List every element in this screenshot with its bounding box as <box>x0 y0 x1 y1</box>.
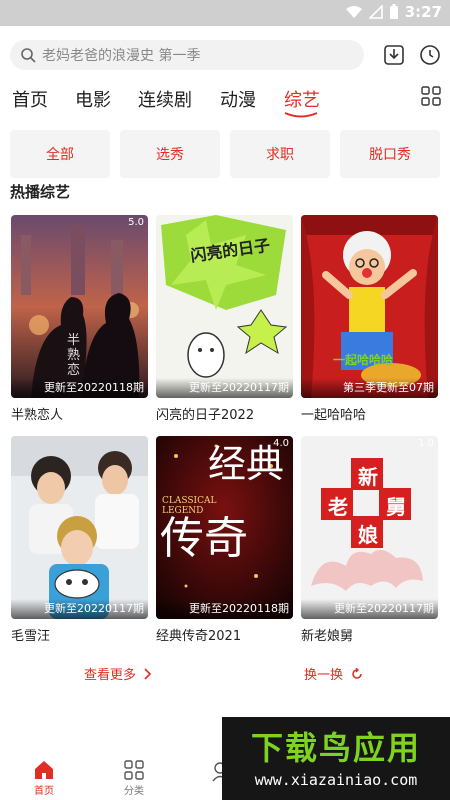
poster-art <box>11 436 148 619</box>
poster[interactable]: 4.0 经典 传奇 CLASSICAL LEGEND 更新至20220118期 <box>156 436 293 619</box>
show-title: 闪亮的日子2022 <box>156 408 255 423</box>
search-placeholder: 老妈老爸的浪漫史 第一季 <box>42 48 201 64</box>
poster-char: 新 <box>358 465 378 489</box>
update-badge: 更新至20220118期 <box>11 378 148 398</box>
poster-title-text: 一起哈哈哈 <box>333 353 394 367</box>
signal-icon <box>368 5 383 19</box>
genre-filters: 全部 选秀 求职 脱口秀 <box>0 130 450 180</box>
show-card[interactable]: 1.0 新 老 舅 娘 更新至20220117期 新老娘舅 <box>301 436 438 644</box>
category-tabs: 首页 电影 连续剧 动漫 综艺 <box>0 86 450 120</box>
poster[interactable]: 一起哈哈哈 第三季更新至07期 <box>301 215 438 398</box>
show-title: 一起哈哈哈 <box>301 408 367 423</box>
filter-all[interactable]: 全部 <box>10 130 110 178</box>
watermark-title: 下载鸟应用 <box>250 729 421 767</box>
poster-title-text: 半熟恋 <box>67 333 81 378</box>
show-title: 毛雪汪 <box>11 629 51 644</box>
poster-char: 舅 <box>386 495 406 519</box>
nav-category-label: 分类 <box>124 786 144 797</box>
refresh-link[interactable]: 换一换 <box>304 664 363 683</box>
poster-char: 老 <box>328 495 348 519</box>
active-tab-indicator <box>284 112 318 118</box>
poster[interactable]: 更新至20220117期 <box>11 436 148 619</box>
poster-art <box>301 215 438 398</box>
home-icon <box>35 761 53 779</box>
category-icon <box>124 760 144 780</box>
score: 1.0 <box>418 438 434 449</box>
status-time: 3:27 <box>404 3 442 21</box>
search-icon <box>21 48 36 63</box>
tab-movies[interactable]: 电影 <box>75 86 111 112</box>
chevron-right-icon <box>144 667 152 680</box>
search-input[interactable]: 老妈老爸的浪漫史 第一季 <box>10 40 364 70</box>
tab-anime[interactable]: 动漫 <box>220 86 256 112</box>
tab-home[interactable]: 首页 <box>12 86 48 112</box>
update-badge: 第三季更新至07期 <box>301 378 438 398</box>
nav-home[interactable]: 首页 <box>14 760 74 800</box>
section-title: 热播综艺 <box>10 183 71 201</box>
update-badge: 更新至20220118期 <box>156 599 293 619</box>
status-bar: 3:27 <box>0 0 450 26</box>
update-badge: 更新至20220117期 <box>11 599 148 619</box>
download-icon[interactable] <box>382 43 406 67</box>
show-card[interactable]: 4.0 经典 传奇 CLASSICAL LEGEND 更新至20220118期 … <box>156 436 293 644</box>
tab-series[interactable]: 连续剧 <box>138 86 192 112</box>
battery-icon <box>389 4 398 19</box>
poster-title-text-2: 传奇 <box>160 513 248 564</box>
filter-job-hunting[interactable]: 求职 <box>230 130 330 178</box>
poster[interactable]: 1.0 新 老 舅 娘 更新至20220117期 <box>301 436 438 619</box>
poster[interactable]: 闪亮的日子 更新至20220117期 <box>156 215 293 398</box>
tab-variety[interactable]: 综艺 <box>284 86 320 112</box>
wifi-icon <box>345 6 362 18</box>
grid-menu-icon[interactable] <box>421 86 441 106</box>
show-title: 经典传奇2021 <box>156 629 242 644</box>
update-badge: 更新至20220117期 <box>156 378 293 398</box>
history-icon[interactable] <box>418 43 442 67</box>
show-card[interactable]: 闪亮的日子 更新至20220117期 闪亮的日子2022 <box>156 215 293 423</box>
nav-category[interactable]: 分类 <box>104 760 164 800</box>
show-card[interactable]: 一起哈哈哈 第三季更新至07期 一起哈哈哈 <box>301 215 438 423</box>
show-card[interactable]: 更新至20220117期 毛雪汪 <box>11 436 148 644</box>
poster-title-text: 经典 <box>208 442 285 486</box>
nav-home-label: 首页 <box>34 786 54 797</box>
status-icons: 3:27 <box>345 3 442 21</box>
view-more-label: 查看更多 <box>84 668 137 683</box>
show-card[interactable]: 5.0 半熟恋 更新至20220118期 半熟恋人 <box>11 215 148 423</box>
show-title: 半熟恋人 <box>11 408 64 423</box>
poster[interactable]: 5.0 半熟恋 更新至20220118期 <box>11 215 148 398</box>
view-more-link[interactable]: 查看更多 <box>84 664 152 683</box>
watermark-overlay: 下载鸟应用 www.xiazainiao.com <box>222 717 450 800</box>
poster-english-title: CLASSICAL LEGEND <box>162 496 217 516</box>
show-title: 新老娘舅 <box>301 629 354 644</box>
watermark-url: www.xiazainiao.com <box>254 771 418 789</box>
filter-talk-show[interactable]: 脱口秀 <box>340 130 440 178</box>
update-badge: 更新至20220117期 <box>301 599 438 619</box>
score: 5.0 <box>128 217 144 228</box>
refresh-label: 换一换 <box>304 668 344 683</box>
filter-talent-show[interactable]: 选秀 <box>120 130 220 178</box>
refresh-icon <box>352 667 362 679</box>
poster-char: 娘 <box>358 523 378 547</box>
